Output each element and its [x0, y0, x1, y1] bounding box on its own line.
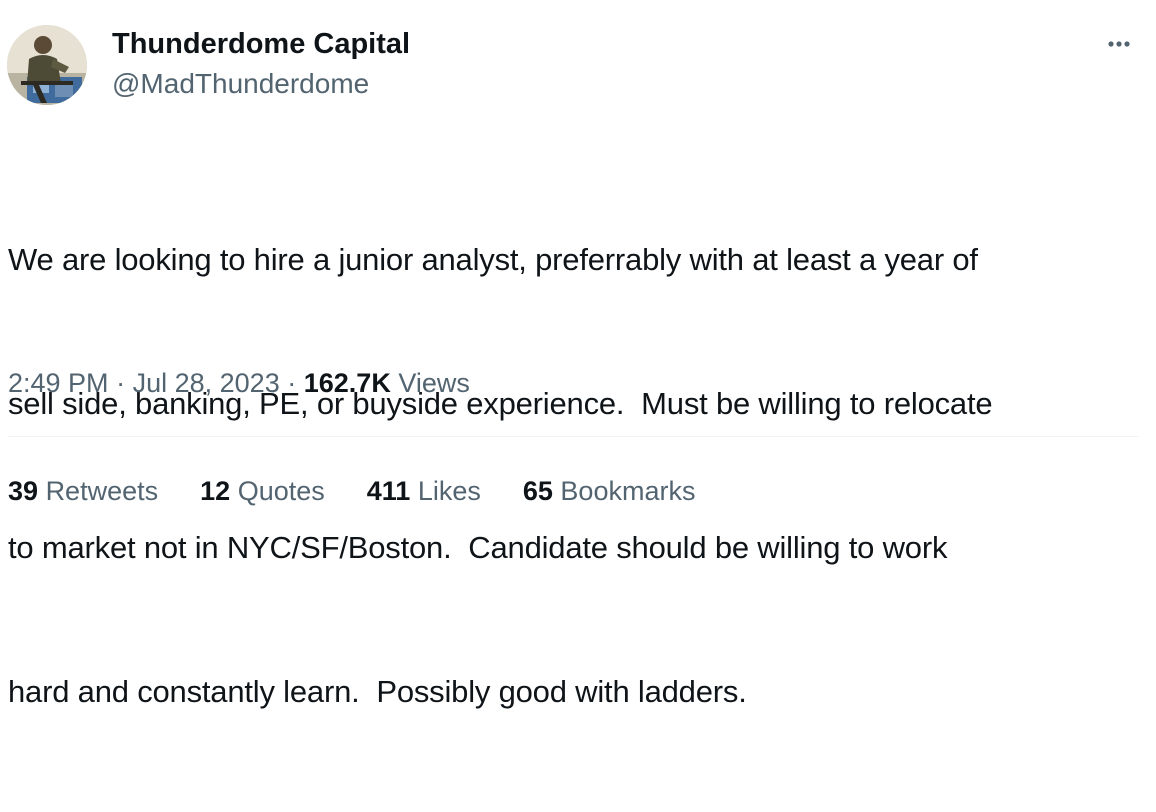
retweets-label: Retweets [45, 476, 159, 506]
meta-separator: · [116, 368, 126, 398]
retweets-stat[interactable]: 39 Retweets [8, 471, 158, 511]
bookmarks-count: 65 [522, 476, 553, 506]
avatar[interactable] [7, 25, 87, 105]
tweet-card: Thunderdome Capital @MadThunderdome We a… [0, 0, 1156, 709]
tweet-date[interactable]: Jul 28, 2023 [133, 368, 280, 398]
views-count: 162.7K [303, 368, 391, 398]
author-name[interactable]: Thunderdome Capital [112, 26, 410, 62]
bookmarks-stat[interactable]: 65 Bookmarks [523, 471, 696, 511]
divider [8, 436, 1139, 437]
quotes-label: Quotes [237, 476, 325, 506]
quotes-stat[interactable]: 12 Quotes [200, 471, 325, 511]
views-label: Views [398, 368, 470, 398]
profile-photo [7, 25, 87, 105]
author-handle[interactable]: @MadThunderdome [112, 66, 369, 102]
more-horizontal-icon [1108, 41, 1130, 47]
tweet-time[interactable]: 2:49 PM [8, 368, 109, 398]
retweets-count: 39 [8, 476, 39, 506]
likes-label: Likes [417, 476, 481, 506]
likes-count: 411 [366, 476, 411, 506]
tweet-text-line: to market not in NYC/SF/Boston. Candidat… [8, 530, 948, 565]
engagement-stats: 39 Retweets 12 Quotes 411 Likes 65 Bookm… [8, 471, 737, 511]
bookmarks-label: Bookmarks [560, 476, 696, 506]
likes-stat[interactable]: 411 Likes [367, 471, 481, 511]
tweet-text-line: hard and constantly learn. Possibly good… [8, 674, 747, 709]
more-options-button[interactable] [1097, 26, 1141, 62]
meta-separator: · [287, 368, 297, 398]
tweet-text-line: We are looking to hire a junior analyst,… [8, 242, 978, 277]
tweet-metadata: 2:49 PM · Jul 28, 2023 · 162.7K Views [8, 363, 470, 403]
quotes-count: 12 [200, 476, 231, 506]
